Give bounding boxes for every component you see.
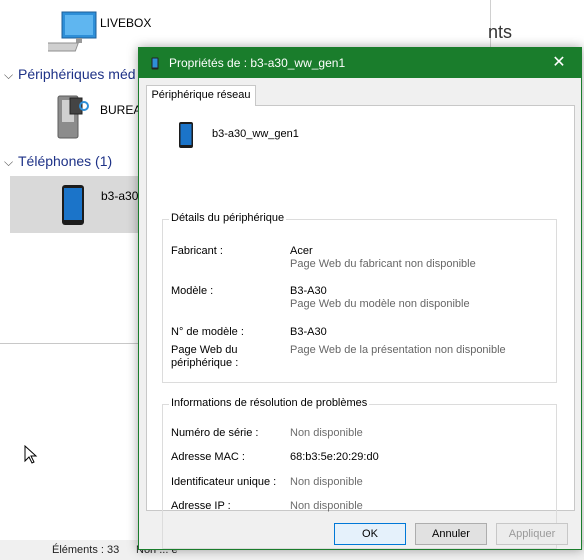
phone-icon [62,185,84,225]
properties-dialog: Propriétés de : b3-a30_ww_gen1 ✕ Périphé… [138,47,582,550]
chevron-down-icon: ⌵ [4,155,14,169]
right-pane-title: nts [488,22,513,42]
model-number-value: B3-A30 [290,326,327,338]
chevron-down-icon: ⌵ [4,68,14,82]
computer-icon [48,11,97,52]
device-webpage-label-line: Page Web du [171,344,238,356]
cancel-button[interactable]: Annuler [415,523,487,545]
ip-value: Non disponible [290,500,363,512]
device-webpage-label-line: périphérique : [171,357,239,369]
group-header-peripherals[interactable]: ⌵ Périphériques méd [4,66,136,83]
phone-icon [151,57,159,70]
device-webpage-label: Page Web du périphérique : [171,344,238,370]
model-label: Modèle : [171,285,214,297]
close-button[interactable]: ✕ [537,48,581,78]
phone-icon [179,122,193,148]
unique-id-label: Identificateur unique : [171,476,277,488]
bureau-label: BUREA [100,103,142,117]
device-name: b3-a30_ww_gen1 [212,128,299,140]
device-webpage-value: Page Web de la présentation non disponib… [290,344,506,356]
device-details-legend: Détails du périphérique [169,212,287,224]
group-header-label: Téléphones (1) [18,153,113,169]
model-value: B3-A30 [290,285,327,297]
apply-button[interactable]: Appliquer [496,523,568,545]
troubleshooting-legend: Informations de résolution de problèmes [169,397,370,409]
ok-button[interactable]: OK [334,523,406,545]
tab-panel: b3-a30_ww_gen1 Détails du périphérique F… [146,105,575,549]
manufacturer-value: Acer [290,245,313,257]
serial-label: Numéro de série : [171,427,259,439]
media-server-icon [57,95,89,139]
mac-label: Adresse MAC : [171,451,245,463]
dialog-title: Propriétés de : b3-a30_ww_gen1 [169,56,346,70]
livebox-label: LIVEBOX [100,16,152,30]
model-web: Page Web du modèle non disponible [290,298,470,310]
phone-item-selected[interactable]: b3-a30_ [10,176,145,233]
mac-value: 68:b3:5e:20:29:d0 [290,451,379,463]
ip-label: Adresse IP : [171,500,231,512]
tab-network-device[interactable]: Périphérique réseau [146,85,256,106]
close-icon: ✕ [552,54,566,71]
manufacturer-label: Fabricant : [171,245,223,257]
unique-id-value: Non disponible [290,476,363,488]
group-header-label: Périphériques méd [18,66,136,82]
bureau-item[interactable]: BUREA [48,92,142,142]
group-header-phones[interactable]: ⌵ Téléphones (1) [4,153,112,170]
model-number-label: N° de modèle : [171,326,244,338]
dialog-titlebar[interactable]: Propriétés de : b3-a30_ww_gen1 ✕ [139,48,581,78]
item-count: Éléments : 33 [52,544,120,556]
manufacturer-web: Page Web du fabricant non disponible [290,258,476,270]
mouse-cursor-icon [24,445,38,464]
serial-value: Non disponible [290,427,363,439]
device-details-group: Détails du périphérique Fabricant : Acer… [162,212,557,383]
